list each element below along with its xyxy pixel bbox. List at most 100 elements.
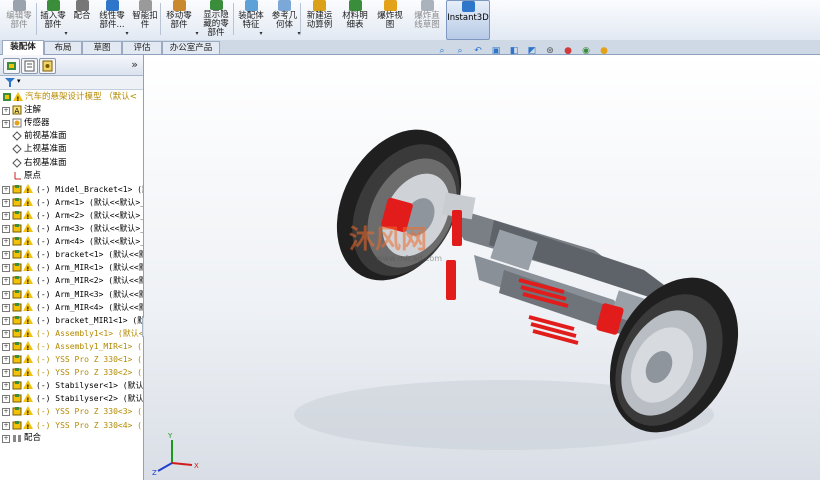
tree-item[interactable]: + 配合	[0, 432, 143, 445]
tree-item[interactable]: + 传感器	[0, 117, 143, 130]
expand-toggle-icon[interactable]: +	[2, 382, 10, 391]
view-settings-icon[interactable]: ●	[598, 45, 610, 57]
tab-3[interactable]: 评估	[122, 41, 162, 54]
command-manager-tabs: 装配体 布局 草图 评估 办公室产品	[0, 40, 820, 55]
section-view-icon[interactable]: ▣	[490, 45, 502, 57]
tree-item[interactable]: + (-) Assembly1_MIR<1> (	[0, 340, 143, 353]
tree-item-label: (-) Arm<2> (默认<<默认>_显	[36, 210, 143, 220]
toolbar-button-label: 编辑零 部件	[6, 11, 32, 30]
tree-item-label: (-) Arm_MIR<3> (默认<<默认	[36, 289, 143, 299]
previous-view-icon[interactable]: ↶	[472, 45, 484, 57]
apply-scene-icon[interactable]: ◉	[580, 45, 592, 57]
expand-toggle-icon[interactable]: +	[2, 329, 10, 338]
axis-triad: Y X Z	[152, 432, 199, 477]
expand-toggle-icon[interactable]: +	[2, 342, 10, 351]
tree-item[interactable]: + (-) YSS Pro Z 330<1> (	[0, 353, 143, 366]
expand-toggle-icon[interactable]: +	[2, 290, 10, 299]
expand-toggle-icon[interactable]: +	[2, 198, 10, 207]
tree-item[interactable]: + (-) Arm_MIR<4> (默认<<默认	[0, 301, 143, 314]
expand-toggle-icon[interactable]: +	[2, 316, 10, 325]
expand-toggle-icon[interactable]: +	[2, 225, 10, 233]
tree-item[interactable]: + (-) Arm<3> (默认<<默认>_显	[0, 222, 143, 235]
toolbar-button-edit-part[interactable]: 编辑零 部件	[3, 0, 35, 38]
expand-toggle-icon[interactable]: +	[2, 238, 10, 247]
tree-item[interactable]: + (-) Assembly1<1> (默认<	[0, 327, 143, 340]
graphics-viewport[interactable]: 沐风网 www.mfcad.com Y X Z	[144, 55, 820, 480]
expand-toggle-icon[interactable]: +	[2, 303, 10, 312]
toolbar-button-exploded-view[interactable]: 爆炸视 图	[373, 0, 407, 38]
filter-dropdown-icon[interactable]: ▾	[17, 77, 21, 85]
tree-item[interactable]: 前视基准面	[0, 130, 143, 143]
expand-toggle-icon[interactable]: +	[2, 408, 10, 417]
view-orientation-icon[interactable]: ◧	[508, 45, 520, 57]
expand-toggle-icon[interactable]: +	[2, 120, 10, 129]
tree-item[interactable]: + (-) Stabilyser<2> (默认<<	[0, 392, 143, 405]
tree-item[interactable]: + (-) bracket_MIR1<1> (默认<	[0, 314, 143, 327]
tree-item[interactable]: + (-) Midel_Bracket<1> (默	[0, 183, 143, 196]
tab-2[interactable]: 草图	[82, 41, 122, 54]
tree-item[interactable]: + (-) YSS Pro Z 330<3> (	[0, 405, 143, 418]
warning-icon	[23, 223, 33, 235]
tree-item[interactable]: + (-) bracket<1> (默认<<默认	[0, 248, 143, 261]
instant3d-button[interactable]: Instant3D	[446, 0, 490, 40]
tree-item[interactable]: + (-) YSS Pro Z 330<2> (	[0, 366, 143, 379]
tree-item[interactable]: + (-) Arm_MIR<1> (默认<<默认	[0, 261, 143, 274]
toolbar-dropdown-arrow-icon[interactable]: ▾	[123, 31, 131, 37]
tree-item[interactable]: + (-) Arm_MIR<3> (默认<<默认	[0, 288, 143, 301]
tree-item[interactable]: + (-) Arm<4> (默认<<默认>_显	[0, 235, 143, 248]
toolbar-dropdown-arrow-icon[interactable]: ▾	[295, 31, 303, 37]
hide-show-items-icon[interactable]: ⊛	[544, 45, 556, 57]
tree-item[interactable]: 原点	[0, 170, 143, 183]
toolbar-button-smart-fastener[interactable]: 智能扣 件	[130, 0, 160, 38]
tree-item[interactable]: + (-) Arm<1> (默认<<默认>_显	[0, 196, 143, 209]
toolbar-dropdown-arrow-icon[interactable]: ▾	[62, 31, 70, 37]
expand-toggle-icon[interactable]: +	[2, 421, 10, 430]
expand-toggle-icon[interactable]: +	[2, 107, 10, 116]
configuration-manager-tab-icon[interactable]	[39, 58, 56, 74]
toolbar-button-move-component[interactable]: 移动零 部件	[163, 0, 195, 38]
tree-item-label: 右视基准面	[24, 157, 67, 168]
edit-appearance-icon[interactable]: ●	[562, 45, 574, 57]
tree-item[interactable]: + A 注解	[0, 104, 143, 117]
tree-item[interactable]: + (-) YSS Pro Z 330<4> (	[0, 419, 143, 432]
command-manager-toolbar: 编辑零 部件 插入零 部件 配合 线性零 部件... 智能扣 件移动零 部件 显示隐 藏的…	[0, 0, 820, 41]
tree-item[interactable]: 上视基准面	[0, 143, 143, 156]
expand-toggle-icon[interactable]: +	[2, 395, 10, 404]
expand-toggle-icon[interactable]: +	[2, 185, 10, 194]
tree-item[interactable]: 右视基准面	[0, 157, 143, 170]
zoom-to-fit-icon[interactable]: ⌕	[436, 45, 448, 57]
toolbar-button-explode-line-sketch[interactable]: 爆炸直 线草图	[410, 0, 444, 38]
tab-1[interactable]: 布局	[44, 41, 82, 54]
expand-toggle-icon[interactable]: +	[2, 277, 10, 286]
expand-toggle-icon[interactable]: +	[2, 264, 10, 273]
tab-0[interactable]: 装配体	[2, 40, 44, 55]
tree-item[interactable]: 汽车的悬架设计模型 （默认<	[0, 91, 143, 104]
display-style-icon[interactable]: ◩	[526, 45, 538, 57]
toolbar-dropdown-arrow-icon[interactable]: ▾	[257, 31, 265, 37]
panel-collapse-button[interactable]: »	[131, 58, 138, 71]
property-manager-tab-icon[interactable]	[21, 58, 38, 74]
part-icon	[12, 302, 22, 312]
feature-tree-tab-icon[interactable]	[3, 58, 20, 74]
expand-toggle-icon[interactable]: +	[2, 434, 10, 443]
tab-4[interactable]: 办公室产品	[162, 41, 220, 54]
tree-item-label: (-) Arm_MIR<1> (默认<<默认	[36, 263, 143, 273]
expand-toggle-icon[interactable]: +	[2, 369, 10, 378]
subassembly-icon	[12, 367, 22, 377]
expand-toggle-icon[interactable]: +	[2, 356, 10, 364]
zoom-to-area-icon[interactable]: ⌕	[454, 45, 466, 57]
tree-item[interactable]: + (-) Stabilyser<1> (默认<<	[0, 379, 143, 392]
toolbar-button-new-motion-study[interactable]: 新建运 动算例	[303, 0, 336, 38]
tree-item[interactable]: + (-) Arm<2> (默认<<默认>_显	[0, 209, 143, 222]
toolbar-dropdown-arrow-icon[interactable]: ▾	[193, 31, 201, 37]
toolbar-button-show-hidden[interactable]: 显示隐 藏的零 部件	[198, 0, 234, 38]
toolbar-button-bill-of-materials[interactable]: 材料明 细表	[340, 0, 370, 38]
tree-item[interactable]: + (-) Arm_MIR<2> (默认<<默认	[0, 274, 143, 287]
expand-toggle-icon[interactable]: +	[2, 211, 10, 220]
toolbar-button-mate[interactable]: 配合	[70, 0, 94, 38]
expand-toggle-icon[interactable]: +	[2, 251, 10, 260]
part-icon	[12, 380, 22, 390]
warning-icon	[23, 209, 33, 222]
warning-icon	[23, 301, 33, 314]
filter-icon[interactable]	[4, 77, 16, 91]
